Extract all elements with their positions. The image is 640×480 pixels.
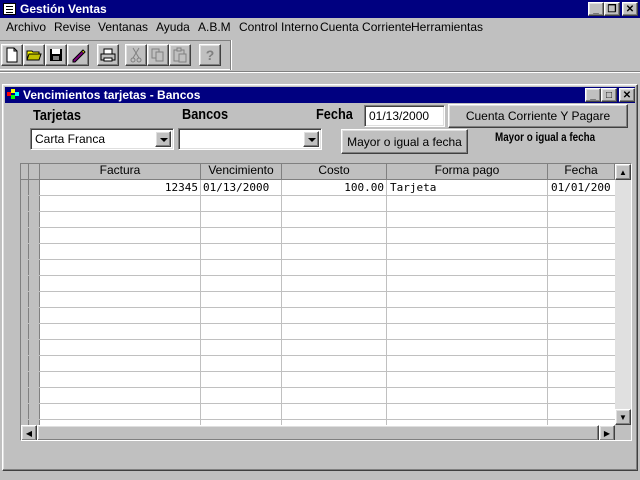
minimize-icon[interactable]: _ <box>585 88 601 102</box>
vertical-scrollbar[interactable]: ▲ ▼ <box>615 164 631 425</box>
horizontal-scroll-thumb[interactable] <box>37 425 599 440</box>
grid-vline <box>200 180 201 425</box>
scroll-left-icon[interactable]: ◀ <box>21 425 37 440</box>
menu-ventanas[interactable]: Ventanas <box>98 20 148 34</box>
fecha-value: 01/13/2000 <box>369 109 430 123</box>
grid-hline <box>21 355 615 356</box>
maximize-icon[interactable]: □ <box>601 88 617 102</box>
tarjetas-select[interactable]: Carta Franca <box>30 128 174 150</box>
row-selector-column <box>21 180 29 425</box>
scroll-right-icon[interactable]: ▶ <box>599 425 615 440</box>
column-header-costo[interactable]: Costo <box>282 164 387 180</box>
child-window-icon <box>7 89 19 100</box>
row-selector-header <box>21 164 29 180</box>
grid-body: 12345 01/13/2000 100.00 Tarjeta 01/01/20… <box>21 180 615 425</box>
paste-icon[interactable] <box>169 44 191 66</box>
grid-hline <box>21 371 615 372</box>
menu-cuenta-corriente[interactable]: Cuenta Corriente <box>320 20 411 34</box>
horizontal-scrollbar[interactable]: ◀ ▶ <box>21 425 615 440</box>
row-selector-column-2 <box>29 180 40 425</box>
cell-factura[interactable]: 12345 <box>40 180 198 196</box>
grid-hline <box>21 243 615 244</box>
column-header-forma-pago[interactable]: Forma pago <box>387 164 548 180</box>
column-header-factura[interactable]: Factura <box>40 164 201 180</box>
column-header-fecha[interactable]: Fecha <box>548 164 615 180</box>
tarjetas-dropdown-button[interactable] <box>155 131 171 147</box>
app-icon[interactable] <box>3 3 16 15</box>
grid-hline <box>21 275 615 276</box>
close-icon[interactable]: ✕ <box>622 2 638 16</box>
grid-vline <box>386 180 387 425</box>
edit-pencil-icon[interactable] <box>67 44 89 66</box>
menu-ayuda[interactable]: Ayuda <box>156 20 190 34</box>
grid-hline <box>21 419 615 420</box>
bancos-label: Bancos <box>182 106 229 123</box>
app-title-bar[interactable]: Gestión Ventas _ ❐ ✕ <box>0 0 640 18</box>
open-folder-icon[interactable] <box>23 44 45 66</box>
restore-icon[interactable]: ❐ <box>604 2 620 16</box>
cell-costo[interactable]: 100.00 <box>282 180 384 196</box>
table-row[interactable]: 12345 01/13/2000 100.00 Tarjeta 01/01/20… <box>40 180 615 195</box>
scrollbar-corner <box>615 425 631 440</box>
row-selector-header-2 <box>29 164 40 180</box>
close-icon[interactable]: ✕ <box>619 88 635 102</box>
cuenta-corriente-pagare-button[interactable]: Cuenta Corriente Y Pagare <box>448 104 628 128</box>
print-icon[interactable] <box>97 44 119 66</box>
grid-hline <box>21 259 615 260</box>
menu-abm[interactable]: A.B.M <box>198 20 231 34</box>
bancos-dropdown-button[interactable] <box>303 131 319 147</box>
menu-revise[interactable]: Revise <box>54 20 91 34</box>
cut-icon[interactable] <box>125 44 147 66</box>
cell-fecha[interactable]: 01/01/200 <box>551 180 615 196</box>
menu-archivo[interactable]: Archivo <box>6 20 46 34</box>
grid-hline <box>21 227 615 228</box>
grid-header: Factura Vencimiento Costo Forma pago Fec… <box>21 164 615 180</box>
grid-hline <box>21 339 615 340</box>
data-grid[interactable]: Factura Vencimiento Costo Forma pago Fec… <box>20 163 632 441</box>
copy-icon[interactable] <box>147 44 169 66</box>
child-title-bar[interactable]: Vencimientos tarjetas - Bancos _ □ ✕ <box>5 87 635 103</box>
fecha-input[interactable]: 01/13/2000 <box>364 105 445 127</box>
help-icon[interactable]: ? <box>199 44 221 66</box>
cell-forma-pago[interactable]: Tarjeta <box>390 180 548 196</box>
chevron-down-icon <box>308 138 316 142</box>
menu-herramientas[interactable]: Herramientas <box>411 20 483 34</box>
grid-hline <box>21 323 615 324</box>
grid-hline <box>21 387 615 388</box>
grid-hline <box>21 403 615 404</box>
new-file-icon[interactable] <box>1 44 23 66</box>
grid-vline <box>281 180 282 425</box>
grid-vline <box>547 180 548 425</box>
cell-vencimiento[interactable]: 01/13/2000 <box>203 180 281 196</box>
scroll-up-icon[interactable]: ▲ <box>615 164 631 180</box>
menu-control-interno[interactable]: Control Interno <box>239 20 318 34</box>
mayor-igual-fecha-button[interactable]: Mayor o igual a fecha <box>341 129 468 154</box>
minimize-icon[interactable]: _ <box>588 2 604 16</box>
mayor-igual-fecha-note: Mayor o igual a fecha <box>495 130 596 144</box>
grid-hline <box>21 211 615 212</box>
child-window-title: Vencimientos tarjetas - Bancos <box>23 88 201 102</box>
fecha-label: Fecha <box>316 106 353 123</box>
bancos-select[interactable] <box>178 128 322 150</box>
toolbar-separator <box>230 40 232 70</box>
grid-hline <box>21 291 615 292</box>
tarjetas-value: Carta Franca <box>35 132 106 146</box>
column-header-vencimiento[interactable]: Vencimiento <box>201 164 282 180</box>
save-disk-icon[interactable] <box>45 44 67 66</box>
tarjetas-label: Tarjetas <box>33 107 81 124</box>
chevron-down-icon <box>160 138 168 142</box>
app-title: Gestión Ventas <box>20 2 107 16</box>
scroll-down-icon[interactable]: ▼ <box>615 409 631 425</box>
grid-hline <box>21 307 615 308</box>
